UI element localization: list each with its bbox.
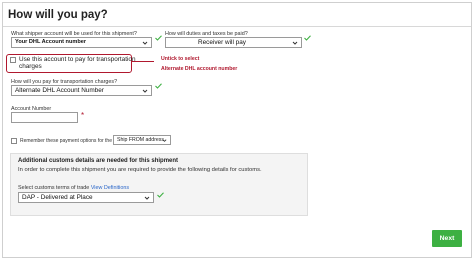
transport-charges-value: Alternate DHL Account Number bbox=[15, 87, 104, 94]
account-number-input[interactable] bbox=[11, 112, 78, 123]
annotation-line2: Alternate DHL account number bbox=[161, 66, 238, 72]
transport-charges-select[interactable]: Alternate DHL Account Number bbox=[11, 85, 152, 96]
duties-taxes-value: Receiver will pay bbox=[198, 39, 246, 46]
chevron-down-icon bbox=[144, 196, 150, 200]
view-definitions-link[interactable]: View Definitions bbox=[91, 185, 129, 191]
ship-from-address-value: Ship FROM address bbox=[117, 137, 164, 143]
next-button[interactable]: Next bbox=[432, 230, 462, 247]
ship-from-address-select[interactable]: Ship FROM address bbox=[113, 135, 171, 145]
remember-payment-label: Remember these payment options for the bbox=[20, 138, 112, 144]
use-account-label-line2: charges bbox=[19, 63, 42, 70]
customs-terms-select[interactable]: DAP - Delivered at Place bbox=[18, 192, 154, 203]
remember-payment-checkbox[interactable] bbox=[11, 138, 17, 144]
shipper-account-select[interactable]: Your DHL Account number bbox=[11, 37, 152, 48]
checkmark-icon bbox=[155, 35, 162, 41]
checkmark-icon bbox=[157, 192, 164, 198]
annotation-connector bbox=[132, 61, 154, 62]
chevron-down-icon bbox=[162, 139, 167, 142]
required-mark: * bbox=[81, 111, 85, 120]
customs-box-title: Additional customs details are needed fo… bbox=[18, 158, 179, 164]
title-divider bbox=[3, 26, 471, 27]
customs-box-description: In order to complete this shipment you a… bbox=[18, 167, 262, 173]
use-account-label-line1: Use this account to pay for transportati… bbox=[19, 56, 136, 63]
chevron-down-icon bbox=[142, 89, 148, 93]
customs-terms-label-row: Select customs terms of trade View Defin… bbox=[18, 185, 129, 191]
customs-terms-label: Select customs terms of trade bbox=[18, 185, 90, 191]
chevron-down-icon bbox=[142, 41, 148, 45]
duties-taxes-select[interactable]: Receiver will pay bbox=[165, 37, 302, 48]
use-account-checkbox[interactable] bbox=[10, 57, 16, 63]
checkmark-icon bbox=[304, 35, 311, 41]
shipper-account-value: Your DHL Account number bbox=[15, 39, 87, 45]
customs-terms-value: DAP - Delivered at Place bbox=[22, 194, 93, 201]
checkmark-icon bbox=[155, 83, 162, 89]
page-title: How will you pay? bbox=[8, 9, 108, 21]
chevron-down-icon bbox=[292, 41, 298, 45]
annotation-line1: Untick to select bbox=[161, 56, 200, 62]
